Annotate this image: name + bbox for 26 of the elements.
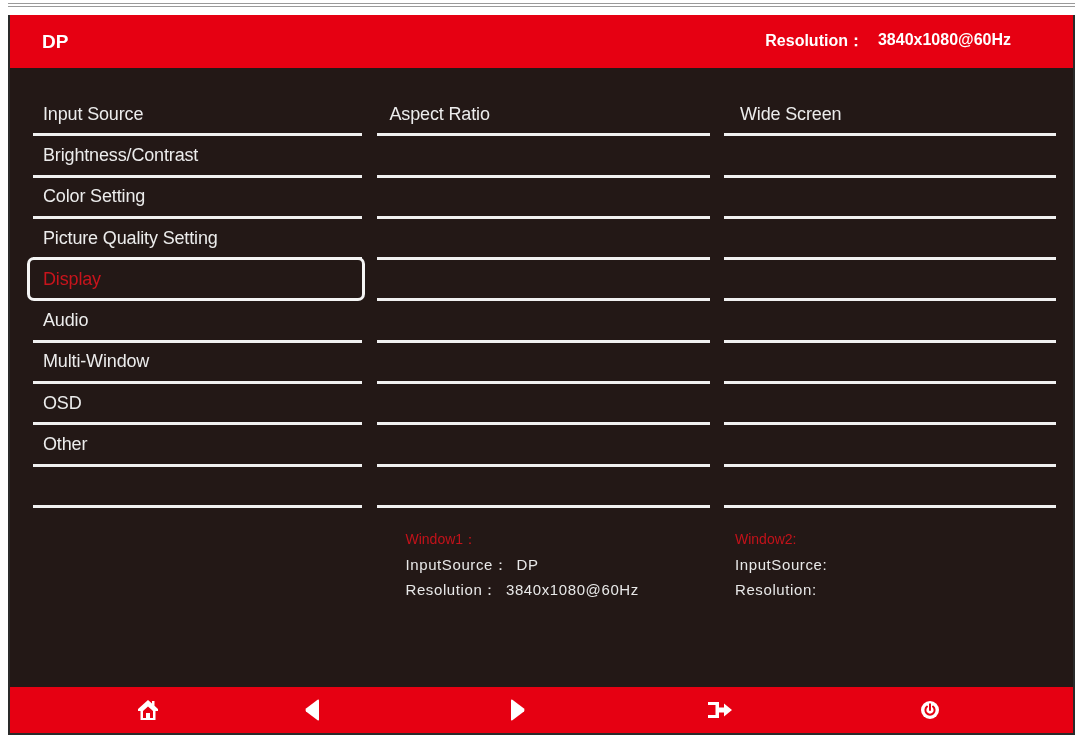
option-item[interactable]: Wide Screen [724, 95, 1056, 137]
resolution-value: 3840x1080@60Hz [506, 579, 639, 600]
home-icon[interactable] [138, 700, 158, 720]
menu-item[interactable]: Other [33, 425, 362, 467]
menu-item[interactable]: Audio [33, 301, 362, 343]
resolution-label: Resolution: [735, 579, 817, 600]
header-title: DP [42, 30, 69, 53]
input-source-label: InputSource： [405, 554, 509, 575]
right-arrow-icon[interactable] [511, 699, 525, 721]
left-arrow-icon[interactable] [305, 699, 319, 721]
power-icon[interactable] [921, 701, 939, 719]
input-source-label: InputSource: [735, 554, 828, 575]
input-source-value: DP [516, 554, 539, 575]
menu-item[interactable]: OSD [33, 384, 362, 426]
menu-item[interactable]: Picture Quality Setting [33, 218, 362, 261]
resolution-label: Resolution： [405, 579, 498, 600]
submenu-item[interactable]: Aspect Ratio [376, 95, 710, 137]
exit-icon[interactable] [708, 701, 732, 719]
menu-item[interactable]: Brightness/Contrast [33, 136, 362, 178]
window-title: Window2: [735, 529, 797, 549]
menu-item[interactable]: Input Source [33, 95, 362, 137]
resolution-label: Resolution： [765, 31, 864, 51]
window-title: Window1： [405, 529, 478, 549]
menu-item[interactable]: Multi-Window [33, 342, 362, 385]
menu-item[interactable]: Color Setting [33, 177, 362, 219]
resolution-value: 3840x1080@60Hz [877, 31, 1011, 50]
